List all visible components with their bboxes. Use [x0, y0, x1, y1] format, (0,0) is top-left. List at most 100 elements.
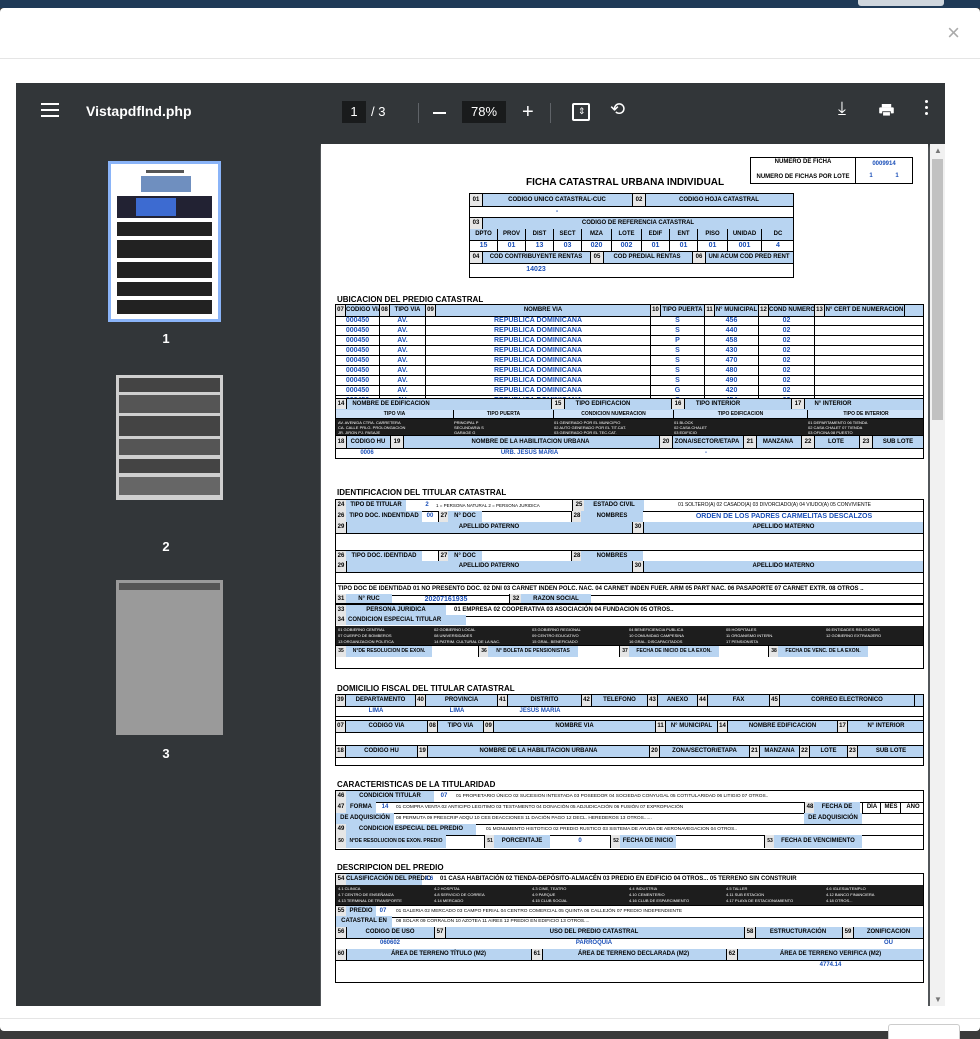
- section-title: DOMICILIO FISCAL DEL TITULAR CATASTRAL: [337, 684, 515, 693]
- toolbar-divider: [550, 103, 551, 123]
- column-number: 11: [656, 721, 666, 732]
- table-row: 000450 AV. REPUBLICA DOMINICANA G 420 02: [336, 386, 923, 396]
- page-thumbnail[interactable]: [116, 580, 223, 735]
- footer-button[interactable]: [888, 1024, 960, 1039]
- scroll-down-icon[interactable]: ▼: [934, 995, 942, 1004]
- domicilio-value: JESUS MARIA: [519, 708, 561, 714]
- thumbnail-label: 1: [162, 331, 170, 346]
- close-icon[interactable]: ×: [947, 22, 960, 44]
- ref-values: 15 01 13 03 020 002 01 01 01 001 4: [470, 240, 793, 252]
- zoom-level-input[interactable]: 78%: [462, 101, 506, 123]
- column-header: DISTRITO: [508, 695, 582, 706]
- legend-header: TIPO DE INTERIOR: [808, 410, 923, 418]
- table-cell: AV.: [380, 346, 426, 355]
- hu-values-row: [335, 449, 924, 459]
- cond-especial-legend: 01 GOBIERNO CENTRAL 07 CUERPO DE BOMBERO…: [336, 626, 923, 645]
- column-number: 41: [498, 695, 508, 706]
- scrollbar-thumb[interactable]: [932, 159, 943, 420]
- column-header: CODIGO HU: [346, 746, 418, 757]
- download-icon[interactable]: ⤓: [838, 98, 846, 119]
- page-thumbnail[interactable]: [108, 161, 221, 322]
- column-number: 09: [484, 721, 494, 732]
- table-cell: 000450: [336, 366, 380, 375]
- table-cell: 458: [705, 336, 759, 345]
- modal-footer-divider: [0, 1018, 980, 1019]
- column-number: 09: [426, 305, 436, 316]
- column-number: 45: [770, 695, 780, 706]
- table-cell: AV.: [380, 356, 426, 365]
- table-cell: REPUBLICA DOMINICANA: [426, 356, 651, 365]
- zoom-out-icon[interactable]: [433, 112, 446, 114]
- table-cell: 02: [759, 376, 815, 385]
- column-header: NOMBRE VIA: [494, 721, 656, 732]
- legend-header: TIPO PUERTA: [454, 410, 554, 418]
- section-title: CARACTERISTICAS DE LA TITULARIDAD: [337, 780, 496, 789]
- table-cell: 02: [759, 366, 815, 375]
- table-cell: 456: [705, 316, 759, 325]
- table-cell: 000450: [336, 336, 380, 345]
- column-header: N° INTERIOR: [848, 721, 923, 732]
- table-cell: AV.: [380, 336, 426, 345]
- page-thumbnail[interactable]: [116, 375, 223, 500]
- table-cell: [815, 356, 923, 365]
- menu-icon[interactable]: [41, 103, 59, 117]
- codigo-block: 01 CODIGO UNICO CATASTRAL-CUC 02 CODIGO …: [469, 193, 794, 278]
- value: 1: [869, 173, 873, 179]
- vertical-scrollbar[interactable]: ▲ ▼: [930, 144, 945, 1006]
- fit-page-icon[interactable]: ⇕: [572, 103, 590, 121]
- table-cell: 000450: [336, 386, 380, 395]
- scroll-up-icon[interactable]: ▲: [934, 146, 942, 155]
- table-cell: AV.: [380, 366, 426, 375]
- column-number: 40: [416, 695, 426, 706]
- background-header: [0, 0, 980, 8]
- column-number: 17: [838, 721, 848, 732]
- table-cell: S: [651, 376, 705, 385]
- ref-header: MZA: [582, 229, 612, 240]
- print-icon[interactable]: [878, 104, 895, 116]
- table-cell: 02: [759, 386, 815, 395]
- domicilio-values: LIMA LIMA JESUS MARIA: [336, 706, 923, 717]
- column-number: 19: [418, 746, 428, 757]
- column-number: 11: [705, 305, 715, 316]
- column-number: 08: [380, 305, 390, 316]
- document-title: Vistapdflnd.php: [86, 103, 192, 119]
- ref-value: 03: [554, 240, 582, 251]
- column-number: 08: [428, 721, 438, 732]
- table-cell: [815, 386, 923, 395]
- pdf-page: NUMERO DE FICHA 0009914 NUMERO DE FICHAS…: [321, 144, 928, 1006]
- cod-contribuyente-value: 14023: [526, 266, 546, 273]
- column-header: CODIGO VIA: [346, 305, 380, 316]
- column-number: 44: [698, 695, 708, 706]
- column-number: 14: [718, 721, 728, 732]
- table-cell: REPUBLICA DOMINICANA: [426, 366, 651, 375]
- rotate-icon[interactable]: ⟲: [610, 99, 625, 120]
- legend-headers: TIPO VIA TIPO PUERTA CONDICION NUMERACION T…: [336, 410, 923, 419]
- column-number: 23: [848, 746, 858, 757]
- table-cell: S: [651, 346, 705, 355]
- table-cell: 480: [705, 366, 759, 375]
- zoom-in-icon[interactable]: +: [522, 100, 534, 124]
- table-cell: REPUBLICA DOMINICANA: [426, 336, 651, 345]
- column-header: N° CERT DE NUMERACION: [825, 305, 905, 316]
- ref-value: 15: [470, 240, 498, 251]
- table-cell: AV.: [380, 376, 426, 385]
- column-number: 12: [759, 305, 769, 316]
- column-number: 07: [336, 305, 346, 316]
- ref-value: 001: [728, 240, 762, 251]
- ubicacion-block: 07 CODIGO VIA 08 TIPO VIA 09 NOMBRE VIA 10 TIPO…: [335, 304, 924, 449]
- column-header: ZONA/SECTOR/ETAPA: [660, 746, 750, 757]
- caracteristicas-block: 46 CONDICION TITULAR 07 01 PROPIETARIO Ú…: [335, 790, 924, 850]
- table-cell: REPUBLICA DOMINICANA: [426, 376, 651, 385]
- table-cell: S: [651, 316, 705, 325]
- more-options-icon[interactable]: [925, 100, 929, 118]
- ficha-number-box: NUMERO DE FICHA 0009914 NUMERO DE FICHAS…: [750, 157, 913, 184]
- page-count: / 3: [371, 104, 386, 119]
- column-number: 20: [650, 746, 660, 757]
- column-header: ANEXO: [658, 695, 698, 706]
- column-header: TIPO PUERTA: [661, 305, 705, 316]
- ref-value: 01: [698, 240, 728, 251]
- column-header: FAX: [708, 695, 770, 706]
- codigo-unico-value: -: [555, 208, 559, 215]
- page-number-input[interactable]: 1: [342, 101, 366, 123]
- table-cell: S: [651, 366, 705, 375]
